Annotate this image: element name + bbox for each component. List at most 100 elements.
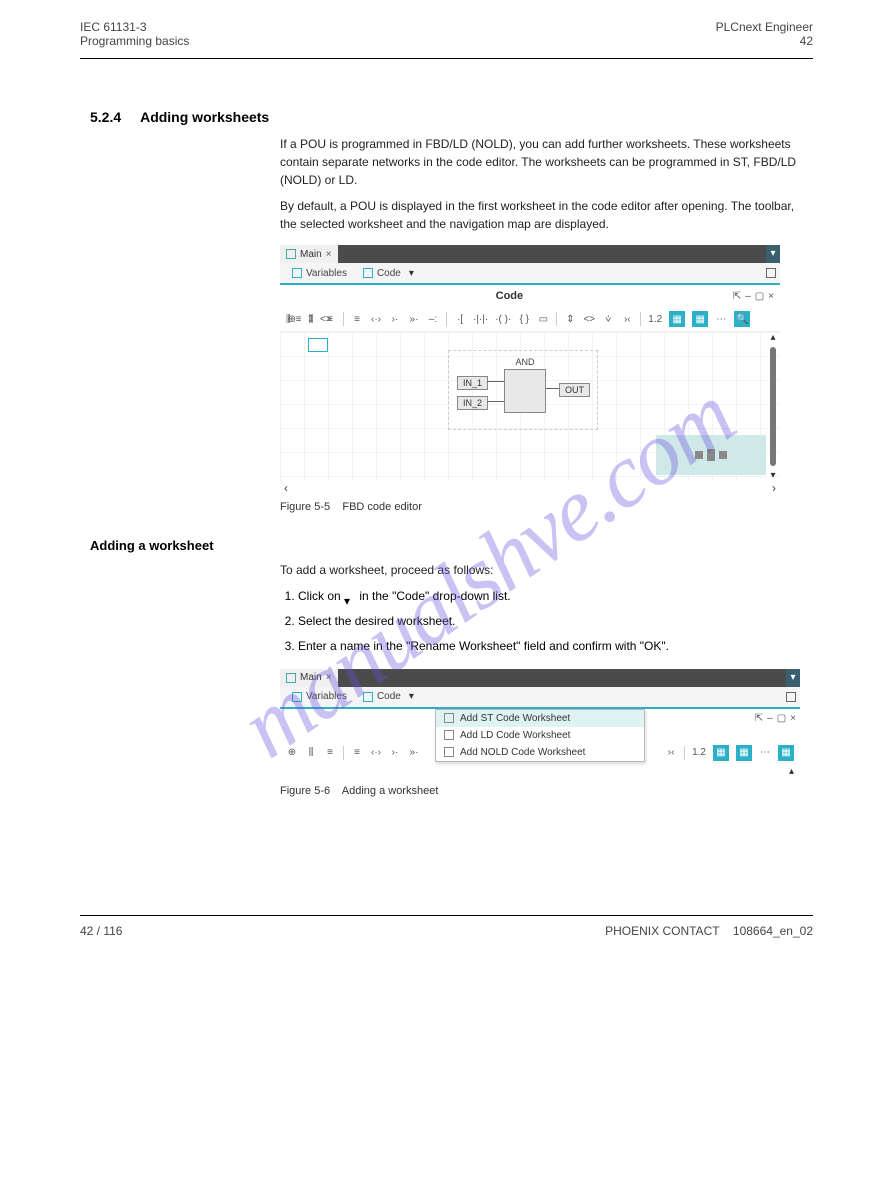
grid-snap-icon[interactable]: ▦ — [692, 311, 708, 327]
jump-icon[interactable]: { } — [518, 311, 530, 327]
resize-icon[interactable]: <> — [320, 314, 332, 325]
horizontal-scrollbar[interactable]: ‹ › — [280, 481, 780, 495]
restore-window-icon[interactable] — [766, 268, 776, 278]
grid3-icon[interactable]: ▦ — [778, 745, 794, 761]
close-panel-icon[interactable]: × — [768, 291, 774, 302]
subtab-variables[interactable]: Variables — [284, 686, 355, 708]
resize-icon[interactable]: <> — [583, 311, 595, 327]
subtab-code[interactable]: Code — [355, 263, 409, 285]
step-3: Enter a name in the "Rename Worksheet" f… — [298, 637, 803, 656]
arrows-icon[interactable]: ‹·› — [370, 745, 382, 761]
scroll-down-icon[interactable]: ▾ — [770, 470, 775, 481]
chevron-down-icon[interactable]: ▾ — [409, 691, 419, 702]
grid-view-icon[interactable]: ▦ — [713, 745, 729, 761]
minimap-node — [695, 451, 703, 459]
tab-overflow-button[interactable]: ▾ — [786, 669, 800, 687]
toolbar-icon[interactable]: ⫼ — [305, 745, 317, 761]
scroll-right-icon[interactable]: › — [772, 481, 776, 495]
function-block-network[interactable]: AND IN_1 IN_2 OUT — [448, 350, 598, 430]
figcap-text: Adding a worksheet — [342, 785, 439, 797]
output-block[interactable]: OUT — [559, 383, 590, 397]
palette-icon[interactable]: ⫼ — [286, 314, 291, 325]
footer-company: PHOENIX CONTACT — [605, 924, 719, 938]
code-canvas[interactable]: ⫼ ≡ ⇕ <> AND IN_1 IN_2 OUT — [280, 331, 780, 481]
resize-h-icon[interactable]: ›‹ — [665, 745, 677, 761]
maximize-icon[interactable]: ▢ — [777, 713, 786, 724]
menu-add-ld[interactable]: Add LD Code Worksheet — [436, 727, 644, 744]
tab-bar: Main × ▾ — [280, 245, 780, 263]
grid-snap-icon[interactable]: ▦ — [736, 745, 752, 761]
scroll-up-icon[interactable]: ▴ — [789, 766, 794, 777]
section-num: 5.2.4 — [90, 109, 121, 125]
arrows-icon[interactable]: ‹·› — [370, 311, 382, 327]
navigation-minimap[interactable] — [656, 435, 766, 475]
canvas-palette: ⫼ ≡ ⇕ <> — [286, 314, 332, 325]
double-arrow-icon[interactable]: »· — [408, 745, 420, 761]
input-1-block[interactable]: IN_1 — [457, 376, 488, 390]
expand-icon[interactable]: ⇕ — [306, 314, 314, 325]
list2-icon[interactable]: ≡ — [351, 745, 363, 761]
scroll-up-icon[interactable]: ▴ — [770, 332, 775, 343]
chevron-down-icon[interactable]: ▾ — [409, 268, 419, 279]
grid-view-icon[interactable]: ▦ — [669, 311, 685, 327]
arrow-right-icon[interactable]: ›· — [389, 745, 401, 761]
fbd-icon[interactable]: ▭ — [537, 311, 549, 327]
tab-main[interactable]: Main × — [280, 245, 338, 263]
coil-icon[interactable]: ·( )· — [495, 311, 511, 327]
minimize-icon[interactable]: – — [767, 713, 773, 724]
restore-window-icon[interactable] — [786, 692, 796, 702]
input-2-block[interactable]: IN_2 — [457, 396, 488, 410]
tab-main[interactable]: Main × — [280, 669, 338, 687]
resize-h-icon[interactable]: ›‹ — [621, 311, 633, 327]
menu-add-nold[interactable]: Add NOLD Code Worksheet — [436, 744, 644, 761]
subtab-code-label: Code — [377, 268, 401, 279]
close-icon[interactable]: × — [326, 672, 332, 683]
tab-overflow-button[interactable]: ▾ — [766, 245, 780, 263]
screenshot-add-worksheet: Main × ▾ Variables Code ▾ Add ST Code — [280, 669, 800, 779]
variables-icon — [292, 268, 302, 278]
list-icon[interactable]: ≡ — [324, 745, 336, 761]
subtab-bar: Variables Code ▾ — [280, 263, 780, 285]
menu-add-nold-label: Add NOLD Code Worksheet — [460, 747, 585, 758]
collapse-icon[interactable]: ⩒ — [602, 311, 614, 327]
arrow-right-icon[interactable]: ›· — [389, 311, 401, 327]
subtab-variables-label: Variables — [306, 691, 347, 702]
dropdown-arrow-icon: ▾ — [344, 592, 356, 602]
para-2: By default, a POU is displayed in the fi… — [280, 197, 803, 233]
bracket-icon[interactable]: ·[ — [454, 311, 466, 327]
list-icon[interactable]: ≡ — [296, 314, 302, 325]
double-arrow-icon[interactable]: »· — [408, 311, 420, 327]
figcap-text: FBD code editor — [342, 501, 421, 513]
close-icon[interactable]: × — [326, 249, 332, 260]
step-1: Click on ▾ in the "Code" drop-down list. — [298, 587, 803, 606]
minimize-icon[interactable]: – — [745, 291, 751, 302]
scroll-thumb[interactable] — [770, 347, 776, 466]
menu-add-st-label: Add ST Code Worksheet — [460, 713, 570, 724]
footer-line: 42 / 116 PHOENIX CONTACT 108664_en_02 — [0, 916, 893, 978]
dots-icon[interactable]: ⋯ — [759, 745, 771, 761]
zoom-level[interactable]: 1.2 — [648, 311, 662, 327]
vertical-scrollbar[interactable]: ▴ ▾ — [768, 332, 778, 481]
selection-marker[interactable] — [308, 338, 328, 352]
dots-icon[interactable]: ⋯ — [715, 311, 727, 327]
maximize-icon[interactable]: ▢ — [755, 291, 764, 302]
subtab-code[interactable]: Code — [355, 687, 409, 709]
scroll-left-icon[interactable]: ‹ — [284, 481, 288, 495]
subtab-variables[interactable]: Variables — [284, 262, 355, 284]
menu-add-ld-label: Add LD Code Worksheet — [460, 730, 570, 741]
zoom-level[interactable]: 1.2 — [692, 745, 706, 761]
tab-main-label: Main — [300, 672, 322, 683]
pin-icon[interactable]: ⇱ — [733, 291, 741, 302]
dash-icon[interactable]: –: — [427, 311, 439, 327]
zoom-fit-icon[interactable]: 🔍 — [734, 311, 750, 327]
list2-icon[interactable]: ≡ — [351, 311, 363, 327]
wire — [487, 381, 504, 382]
expand-v-icon[interactable]: ⇕ — [564, 311, 576, 327]
and-block[interactable]: AND — [504, 369, 546, 413]
page-content: 5.2.4 Adding worksheets If a POU is prog… — [0, 59, 893, 855]
menu-add-st[interactable]: Add ST Code Worksheet — [436, 710, 644, 727]
pin-icon[interactable]: ⇱ — [755, 713, 763, 724]
add-object-icon[interactable]: ⊕ — [286, 745, 298, 761]
close-panel-icon[interactable]: × — [790, 713, 796, 724]
contact-icon[interactable]: ·|·|· — [473, 311, 488, 327]
